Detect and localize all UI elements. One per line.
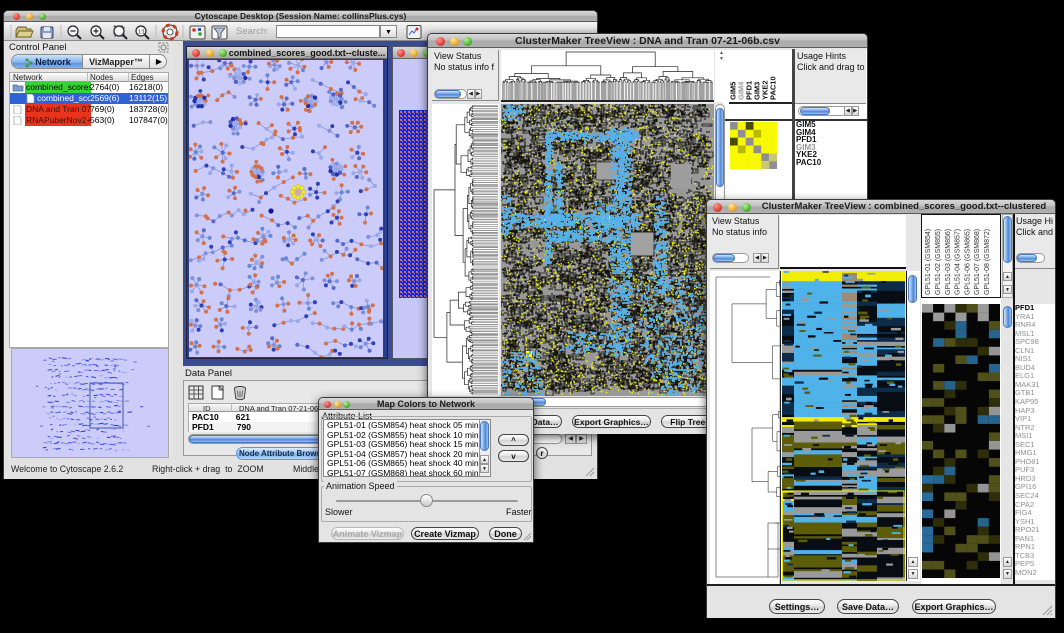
svg-text:GPL51-07 (GSM868): GPL51-07 (GSM868) [974, 229, 981, 295]
svg-text:GPL51-01 (GSM854): GPL51-01 (GSM854) [925, 229, 932, 295]
svg-text:1:1: 1:1 [138, 30, 145, 36]
svg-text:GPL51-03 (GSM856): GPL51-03 (GSM856) [945, 229, 952, 295]
svg-text:GPL51-08 (GSM872): GPL51-08 (GSM872) [984, 229, 991, 295]
svg-text:GPL51-02 (GSM855): GPL51-02 (GSM855) [935, 229, 942, 295]
svg-text:GPL51-04 (GSM857): GPL51-04 (GSM857) [955, 229, 962, 295]
svg-text:GPL51-06 (GSM865): GPL51-06 (GSM865) [964, 229, 971, 295]
svg-text:PAC10: PAC10 [769, 76, 778, 100]
